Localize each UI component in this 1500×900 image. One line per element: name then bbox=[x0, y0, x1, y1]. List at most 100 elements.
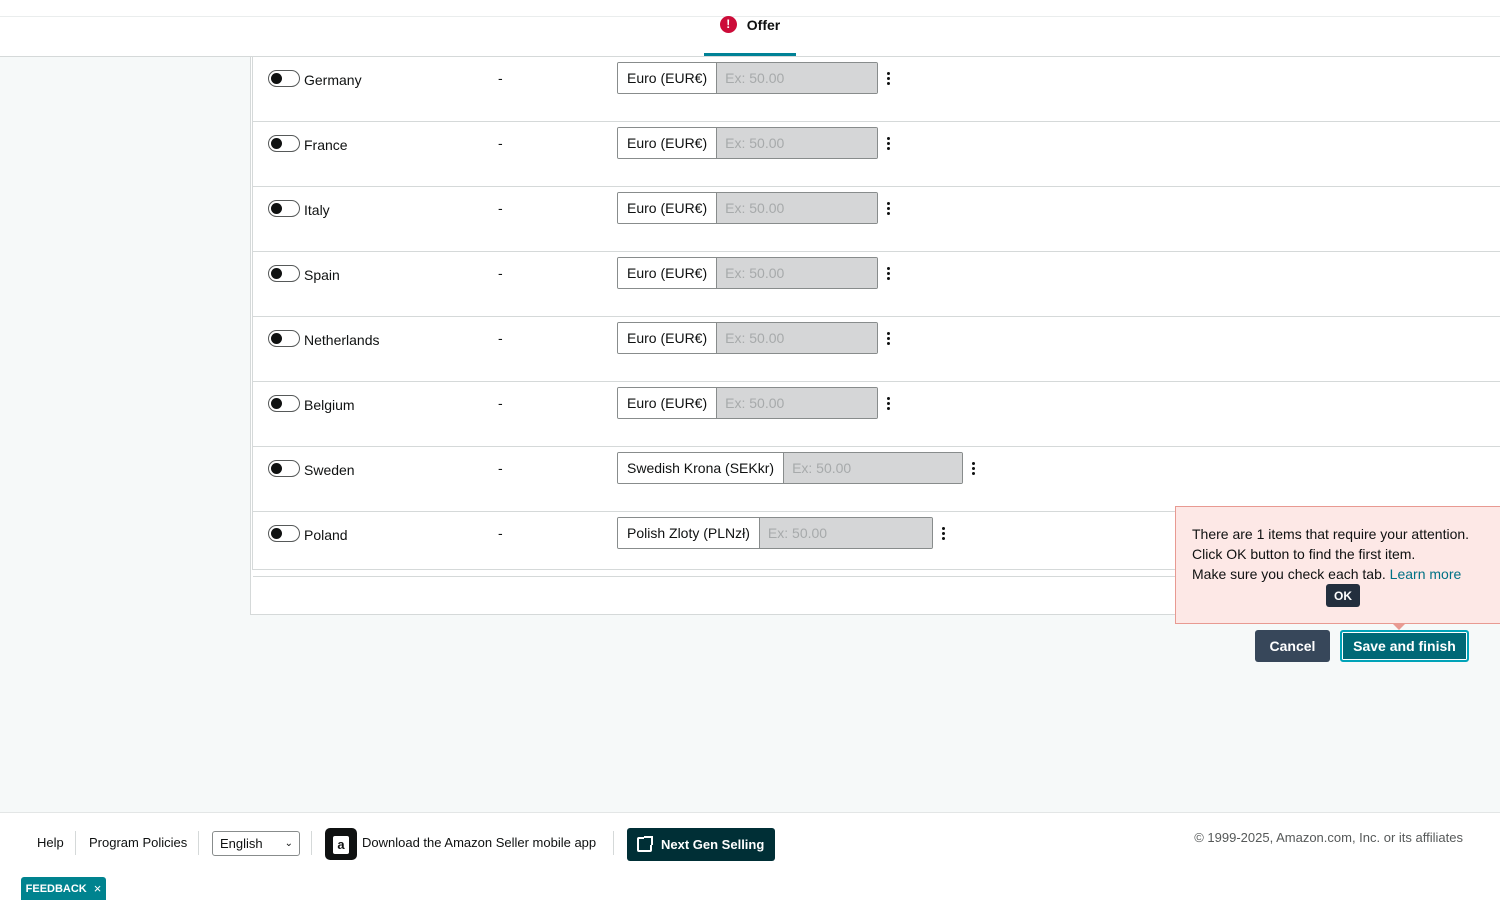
currency-label: Euro (EUR€) bbox=[618, 323, 718, 353]
kebab-menu-icon[interactable] bbox=[937, 523, 949, 543]
toggle-knob bbox=[271, 73, 282, 84]
attention-line-2: Click OK button to find the first item. bbox=[1192, 546, 1416, 562]
save-and-finish-button[interactable]: Save and finish bbox=[1340, 630, 1469, 662]
tab-offer-label: Offer bbox=[746, 16, 781, 33]
country-price-table: Germany-Euro (EUR€)France-Euro (EUR€)Ita… bbox=[252, 57, 1500, 577]
external-link-icon bbox=[637, 836, 653, 852]
feedback-tab[interactable]: FEEDBACK × bbox=[21, 877, 106, 900]
status-value: - bbox=[498, 70, 503, 86]
alert-icon: ! bbox=[719, 16, 737, 33]
status-value: - bbox=[498, 395, 503, 411]
kebab-menu-icon[interactable] bbox=[882, 393, 894, 413]
table-row: Netherlands - Euro (EUR€) bbox=[253, 317, 1500, 382]
footer: Help Program Policies English ⌄ a Downlo… bbox=[0, 812, 1500, 900]
language-value: English bbox=[220, 836, 263, 851]
table-row: Belgium - Euro (EUR€) bbox=[253, 382, 1500, 447]
country-name: Poland bbox=[304, 527, 348, 543]
status-value: - bbox=[498, 200, 503, 216]
toggle-knob bbox=[271, 203, 282, 214]
tab-bar: ! Offer bbox=[0, 0, 1500, 57]
tab-offer[interactable]: ! Offer bbox=[704, 0, 796, 56]
table-row: Sweden - Swedish Krona (SEKkr) bbox=[253, 447, 1500, 512]
next-gen-selling-button[interactable]: Next Gen Selling bbox=[627, 828, 775, 861]
kebab-menu-icon[interactable] bbox=[882, 68, 894, 88]
toggle-knob bbox=[271, 463, 282, 474]
price-input[interactable] bbox=[717, 128, 878, 158]
kebab-menu-icon[interactable] bbox=[882, 328, 894, 348]
learn-more-link[interactable]: Learn more bbox=[1390, 566, 1462, 582]
country-name: Germany bbox=[304, 72, 362, 88]
footer-divider bbox=[75, 831, 76, 855]
country-name: Netherlands bbox=[304, 332, 380, 348]
price-input[interactable] bbox=[784, 453, 963, 483]
footer-divider bbox=[198, 831, 199, 855]
currency-label: Polish Zloty (PLNzł) bbox=[618, 518, 760, 548]
status-value: - bbox=[498, 525, 503, 541]
feedback-label: FEEDBACK bbox=[25, 882, 87, 895]
attention-line-3: Make sure you check each tab. Learn more bbox=[1192, 564, 1500, 584]
kebab-menu-icon[interactable] bbox=[882, 133, 894, 153]
marketplace-toggle[interactable] bbox=[268, 395, 300, 412]
program-policies-link[interactable]: Program Policies bbox=[89, 835, 187, 850]
popover-arrow bbox=[1392, 623, 1406, 630]
price-input[interactable] bbox=[759, 518, 932, 548]
kebab-menu-icon[interactable] bbox=[882, 198, 894, 218]
amazon-app-icon[interactable]: a bbox=[325, 828, 357, 860]
download-app-link[interactable]: Download the Amazon Seller mobile app bbox=[362, 835, 596, 850]
kebab-menu-icon[interactable] bbox=[882, 263, 894, 283]
price-input[interactable] bbox=[717, 193, 878, 223]
toggle-knob bbox=[271, 398, 282, 409]
currency-label: Euro (EUR€) bbox=[618, 388, 718, 418]
attention-popover: There are 1 items that require your atte… bbox=[1175, 506, 1500, 624]
price-input[interactable] bbox=[717, 388, 878, 418]
toggle-knob bbox=[271, 333, 282, 344]
country-name: Italy bbox=[304, 202, 330, 218]
marketplace-toggle[interactable] bbox=[268, 70, 300, 87]
price-input-group: Polish Zloty (PLNzł) bbox=[617, 517, 933, 549]
attention-line-3-text: Make sure you check each tab. bbox=[1192, 566, 1386, 582]
marketplace-toggle[interactable] bbox=[268, 525, 300, 542]
table-row: France - Euro (EUR€) bbox=[253, 122, 1500, 187]
status-value: - bbox=[498, 460, 503, 476]
ok-button[interactable]: OK bbox=[1326, 584, 1360, 607]
kebab-menu-icon[interactable] bbox=[967, 458, 979, 478]
price-input-group: Euro (EUR€) bbox=[617, 257, 879, 289]
marketplace-toggle[interactable] bbox=[268, 135, 300, 152]
price-input-group: Euro (EUR€) bbox=[617, 192, 879, 224]
table-row: Spain - Euro (EUR€) bbox=[253, 252, 1500, 317]
currency-label: Euro (EUR€) bbox=[618, 63, 718, 93]
currency-label: Euro (EUR€) bbox=[618, 128, 718, 158]
cancel-button[interactable]: Cancel bbox=[1255, 630, 1330, 662]
status-value: - bbox=[498, 135, 503, 151]
currency-label: Euro (EUR€) bbox=[618, 258, 718, 288]
help-link[interactable]: Help bbox=[37, 835, 64, 850]
amazon-bag-glyph: a bbox=[333, 836, 349, 854]
marketplace-toggle[interactable] bbox=[268, 265, 300, 282]
currency-label: Euro (EUR€) bbox=[618, 193, 718, 223]
country-name: Sweden bbox=[304, 462, 355, 478]
footer-divider bbox=[311, 831, 312, 855]
table-row: Germany - Euro (EUR€) bbox=[253, 57, 1500, 122]
close-icon[interactable]: × bbox=[94, 881, 102, 896]
price-input[interactable] bbox=[717, 323, 878, 353]
price-input-group: Euro (EUR€) bbox=[617, 127, 879, 159]
language-select[interactable]: English ⌄ bbox=[212, 831, 300, 856]
country-name: France bbox=[304, 137, 348, 153]
price-input-group: Euro (EUR€) bbox=[617, 387, 879, 419]
footer-divider bbox=[613, 831, 614, 855]
status-value: - bbox=[498, 265, 503, 281]
chevron-down-icon: ⌄ bbox=[284, 838, 293, 849]
price-input[interactable] bbox=[717, 258, 878, 288]
status-value: - bbox=[498, 330, 503, 346]
table-row: Italy - Euro (EUR€) bbox=[253, 187, 1500, 252]
marketplace-toggle[interactable] bbox=[268, 330, 300, 347]
currency-label: Swedish Krona (SEKkr) bbox=[618, 453, 785, 483]
marketplace-toggle[interactable] bbox=[268, 200, 300, 217]
next-gen-selling-label: Next Gen Selling bbox=[661, 837, 765, 852]
copyright-text: © 1999-2025, Amazon.com, Inc. or its aff… bbox=[1194, 830, 1463, 845]
price-input-group: Euro (EUR€) bbox=[617, 322, 879, 354]
marketplace-toggle[interactable] bbox=[268, 460, 300, 477]
price-input[interactable] bbox=[717, 63, 878, 93]
toggle-knob bbox=[271, 268, 282, 279]
toggle-knob bbox=[271, 138, 282, 149]
